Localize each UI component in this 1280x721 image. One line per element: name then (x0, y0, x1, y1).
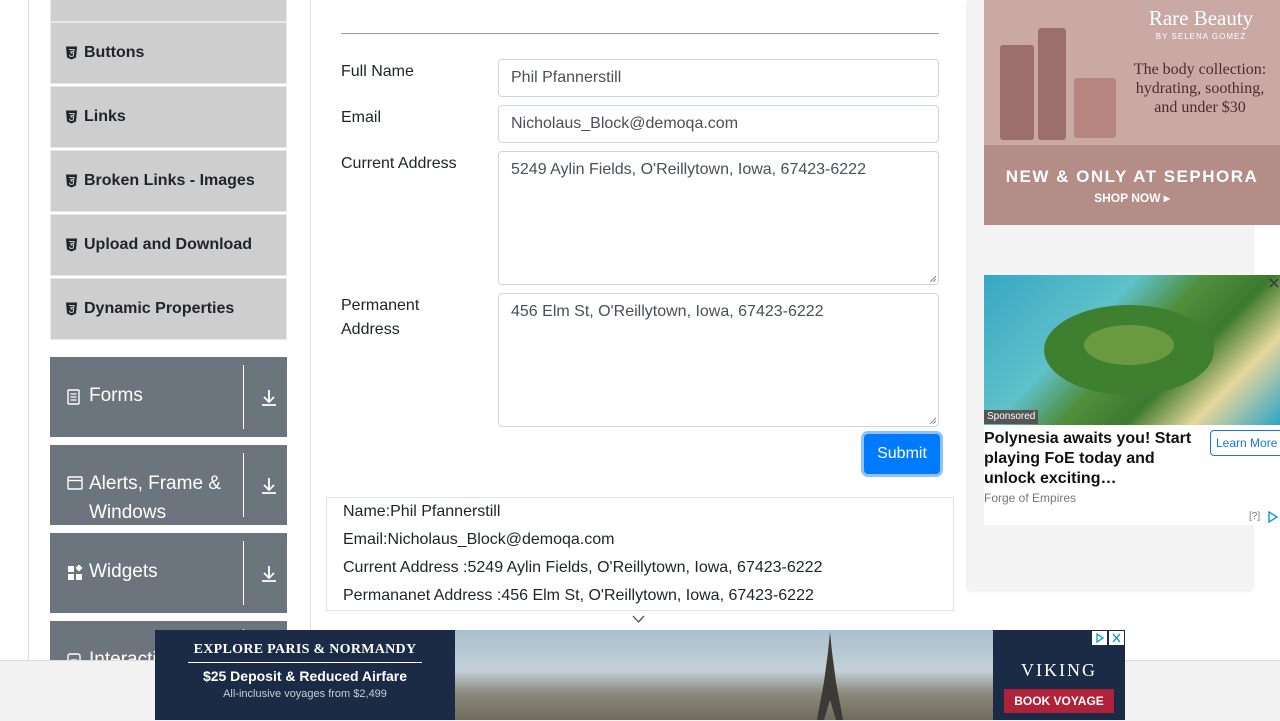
page-divider-left (28, 0, 29, 660)
viking-ad[interactable]: EXPLORE PARIS & NORMANDY $25 Deposit & R… (155, 630, 1125, 720)
ad-brand: Rare Beauty (1148, 6, 1254, 30)
resize-grip-icon[interactable] (929, 417, 936, 424)
close-icon[interactable] (1269, 278, 1279, 288)
html5-icon (66, 238, 77, 252)
full-name-label: Full Name (341, 63, 414, 80)
group-label: Widgets (89, 561, 158, 582)
sponsored-ad[interactable]: Sponsored Polynesia awaits you! Start pl… (984, 275, 1280, 525)
sidebar-menu: Buttons Links Broken Links - Images Uplo… (50, 0, 287, 660)
widgets-icon (68, 565, 83, 580)
ad-subline: All-inclusive voyages from $2,499 (223, 688, 387, 700)
ad-divider (188, 662, 422, 663)
ad-headline[interactable]: Polynesia awaits you! Start playing FoE … (984, 429, 1206, 489)
ad-info-link[interactable]: [?] (1249, 511, 1260, 522)
form-header-rule (341, 33, 939, 34)
group-separator (243, 365, 244, 429)
sidebar-item-dynamic-properties[interactable]: Dynamic Properties (50, 278, 287, 340)
sidebar-item-broken-links[interactable]: Broken Links - Images (50, 150, 287, 212)
ad-paris-image (455, 630, 993, 720)
ad-shop-now-link[interactable]: SHOP NOW ▸ (984, 191, 1280, 205)
window-icon (67, 476, 83, 490)
sidebar-group-widgets[interactable]: Widgets (50, 533, 287, 613)
ad-brand: VIKING (1021, 660, 1097, 680)
learn-more-button[interactable]: Learn More (1210, 430, 1280, 456)
group-label: Forms (89, 385, 143, 406)
output-current-address: Current Address :5249 Aylin Fields, O'Re… (343, 559, 823, 576)
download-arrow-icon (262, 390, 276, 406)
adchoices-icon[interactable] (1092, 631, 1107, 645)
current-address-label: Current Address (341, 155, 457, 172)
sidebar-item-label: Upload and Download (84, 236, 252, 253)
sidebar-item-label: Links (84, 108, 126, 125)
submit-button[interactable]: Submit (864, 434, 940, 474)
full-name-input[interactable]: Phil Pfannerstill (498, 59, 939, 97)
output-permanent-address: Permananet Address :456 Elm St, O'Reilly… (343, 587, 814, 604)
interactions-icon (67, 653, 81, 660)
ad-island-image (984, 275, 1280, 425)
permanent-address-label: Permanent Address (341, 297, 420, 338)
ad-headline: EXPLORE PARIS & NORMANDY (193, 642, 417, 657)
sidebar-group-forms[interactable]: Forms (50, 357, 287, 437)
group-label: Alerts, Frame & Windows (89, 473, 221, 523)
sidebar-item-label: Broken Links - Images (84, 172, 255, 189)
sidebar-group-alerts-frame-windows[interactable]: Alerts, Frame & Windows (50, 445, 287, 525)
group-separator (243, 453, 244, 517)
download-arrow-icon (262, 566, 276, 582)
eiffel-tower-icon (817, 632, 843, 720)
current-address-textarea[interactable]: 5249 Aylin Fields, O'Reillytown, Iowa, 6… (498, 151, 939, 285)
chevron-down-icon[interactable] (632, 615, 645, 624)
adchoices-icon[interactable] (1267, 511, 1279, 523)
html5-icon (66, 302, 77, 316)
group-separator (243, 541, 244, 605)
resize-grip-icon[interactable] (929, 275, 936, 282)
html5-icon (66, 174, 77, 188)
ad-tagline: The body collection: hydrating, soothing… (1133, 61, 1267, 116)
ad-source: Forge of Empires (984, 491, 1077, 505)
html5-icon (66, 46, 77, 60)
output-panel: Name:Phil Pfannerstill Email:Nicholaus_B… (326, 497, 954, 611)
current-address-text: 5249 Aylin Fields, O'Reillytown, Iowa, 6… (511, 161, 866, 178)
ad-headline: NEW & ONLY AT SEPHORA (1005, 167, 1259, 186)
ad-offer: $25 Deposit & Reduced Airfare (202, 668, 408, 684)
sidebar-item-links[interactable]: Links (50, 86, 287, 148)
permanent-address-textarea[interactable]: 456 Elm St, O'Reillytown, Iowa, 67423-62… (498, 293, 939, 427)
document-icon (67, 389, 80, 405)
sidebar-item-label: Dynamic Properties (84, 300, 235, 317)
output-email: Email:Nicholaus_Block@demoqa.com (343, 531, 615, 548)
close-icon[interactable] (1109, 631, 1124, 645)
permanent-address-text: 456 Elm St, O'Reillytown, Iowa, 67423-62… (511, 303, 824, 320)
book-voyage-button[interactable]: BOOK VOYAGE (1004, 689, 1114, 713)
output-name: Name:Phil Pfannerstill (343, 503, 501, 520)
ad-brand-sub: BY SELENA GOMEZ (1155, 32, 1247, 41)
sponsored-badge: Sponsored (984, 410, 1039, 424)
html5-icon (66, 110, 77, 124)
email-label: Email (341, 109, 382, 126)
rare-beauty-ad[interactable]: Rare Beauty BY SELENA GOMEZ The body col… (984, 0, 1280, 225)
sidebar-item-partial[interactable] (50, 0, 287, 22)
download-arrow-icon (262, 478, 276, 494)
sidebar-item-buttons[interactable]: Buttons (50, 22, 287, 84)
content-divider (310, 0, 311, 660)
email-input[interactable]: Nicholaus_Block@demoqa.com (498, 105, 939, 143)
sidebar-item-upload-download[interactable]: Upload and Download (50, 214, 287, 276)
sidebar-item-label: Buttons (84, 44, 145, 61)
